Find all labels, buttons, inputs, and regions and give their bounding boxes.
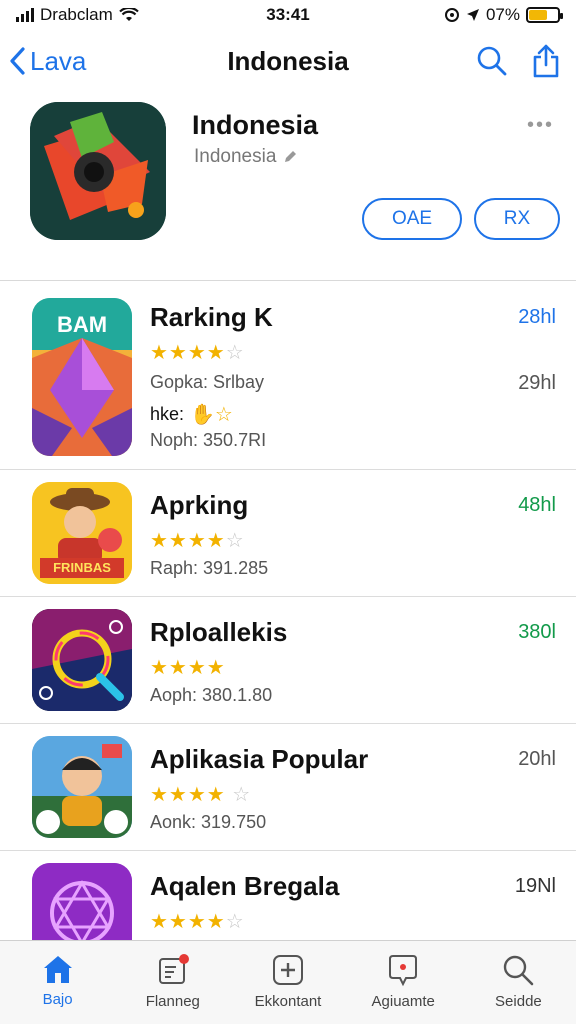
search-icon (477, 46, 507, 76)
wifi-icon (118, 7, 139, 21)
app-subtitle-row: Indonesia (194, 146, 298, 168)
app-thumbnail: BAM (32, 298, 132, 456)
list-item[interactable]: Rploallekis ★★★★ Aoph: 380.1.80 380l (0, 597, 576, 724)
app-name: Indonesia (192, 110, 319, 140)
thumbnail-label: FRINBAS (53, 560, 111, 575)
list-item-title: Rarking K (150, 302, 273, 332)
back-button[interactable]: Lava (8, 46, 86, 77)
location-arrow-icon (466, 9, 479, 21)
app-subtitle: Indonesia (194, 146, 277, 167)
list-item-count: 20hl (518, 748, 556, 770)
add-square-icon (273, 955, 303, 985)
app-thumbnail (32, 609, 132, 711)
battery-icon (526, 7, 563, 23)
tab-add[interactable]: Ekkontant (230, 941, 345, 1024)
list-item-extra-label: hke: (150, 404, 185, 424)
star-rating: ★★★★☆ (150, 342, 245, 364)
list-item-meta: Aonk: 319.750 (150, 812, 267, 832)
tab-bar: Bajo Flanneg Ekkontant Agiuamte Seidde (0, 940, 576, 1024)
star-rating: ★★★★☆ (150, 530, 245, 552)
list-item-title: Aplikasia Popular (150, 744, 369, 774)
list-item[interactable]: Aqalen Bregala ★★★★☆ 19Nl (0, 851, 576, 965)
divider (0, 280, 576, 281)
tab-messages[interactable]: Agiuamte (346, 941, 461, 1024)
pencil-icon (285, 151, 297, 162)
app-list: BAM Rarking K ★★★★☆ Gopka: Srlbay hke: ✋… (0, 282, 576, 965)
tab-label: Ekkontant (254, 993, 322, 1010)
list-item[interactable]: Aplikasia Popular ★★★★ ☆ Aonk: 319.750 2… (0, 724, 576, 851)
carrier-label: Drabclam (40, 5, 113, 24)
list-item-meta: Aoph: 380.1.80 (150, 685, 273, 705)
chevron-left-icon (10, 47, 25, 75)
app-icon (30, 102, 166, 240)
home-icon (43, 956, 72, 983)
thumbnail-label: BAM (56, 312, 108, 337)
star-rating: ★★★★☆ (150, 911, 245, 933)
list-item-meta: Noph: 350.7RI (150, 430, 267, 450)
list-item-count: 48hl (518, 494, 556, 516)
tab-label: Flanneg (145, 993, 200, 1010)
tab-notes[interactable]: Flanneg (115, 941, 230, 1024)
share-button[interactable] (532, 44, 560, 78)
star-rating: ★★★★ ☆ (150, 784, 252, 806)
alarm-icon (444, 8, 459, 22)
search-button[interactable] (476, 45, 508, 77)
list-item-meta: Raph: 391.285 (150, 558, 269, 578)
navigation-bar: Lava Indonesia (0, 36, 576, 86)
list-item[interactable]: FRINBAS Aprking ★★★★☆ Raph: 391.285 48hl (0, 470, 576, 597)
list-item-extra: hke: ✋☆ (150, 402, 233, 427)
signal-icon (16, 8, 34, 22)
app-header: Indonesia Indonesia ••• OAE RX (0, 98, 576, 280)
list-item-count: 380l (518, 621, 556, 643)
list-item-title: Aprking (150, 490, 249, 520)
list-item-secondary-count: 29hl (518, 372, 556, 394)
edit-note-icon (158, 954, 189, 984)
tab-label: Seidde (495, 993, 542, 1010)
app-thumbnail: FRINBAS (32, 482, 132, 584)
battery-percent: 07% (485, 5, 520, 24)
list-item-count: 28hl (518, 306, 556, 328)
back-label: Lava (30, 45, 87, 76)
hands-icon: ✋☆ (190, 404, 233, 426)
tab-label: Agiuamte (371, 993, 435, 1010)
app-thumbnail (32, 736, 132, 838)
share-icon (533, 44, 559, 78)
more-options-button[interactable]: ••• (527, 114, 554, 137)
tab-search[interactable]: Seidde (461, 941, 576, 1024)
secondary-action-button[interactable]: RX (474, 198, 560, 240)
list-item-meta: Gopka: Srlbay (150, 372, 265, 392)
list-item-title: Rploallekis (150, 617, 288, 647)
chat-bubble-icon (389, 955, 418, 987)
list-item-title: Aqalen Bregala (150, 871, 340, 901)
tab-home[interactable]: Bajo (0, 941, 115, 1024)
list-item[interactable]: BAM Rarking K ★★★★☆ Gopka: Srlbay hke: ✋… (0, 282, 576, 470)
list-item-count: 19Nl (514, 875, 556, 897)
primary-action-button[interactable]: OAE (362, 198, 462, 240)
status-bar: Drabclam 33:41 07% (0, 0, 576, 30)
star-rating: ★★★★ (150, 657, 226, 679)
tab-label: Bajo (42, 991, 73, 1008)
search-icon (504, 955, 534, 986)
